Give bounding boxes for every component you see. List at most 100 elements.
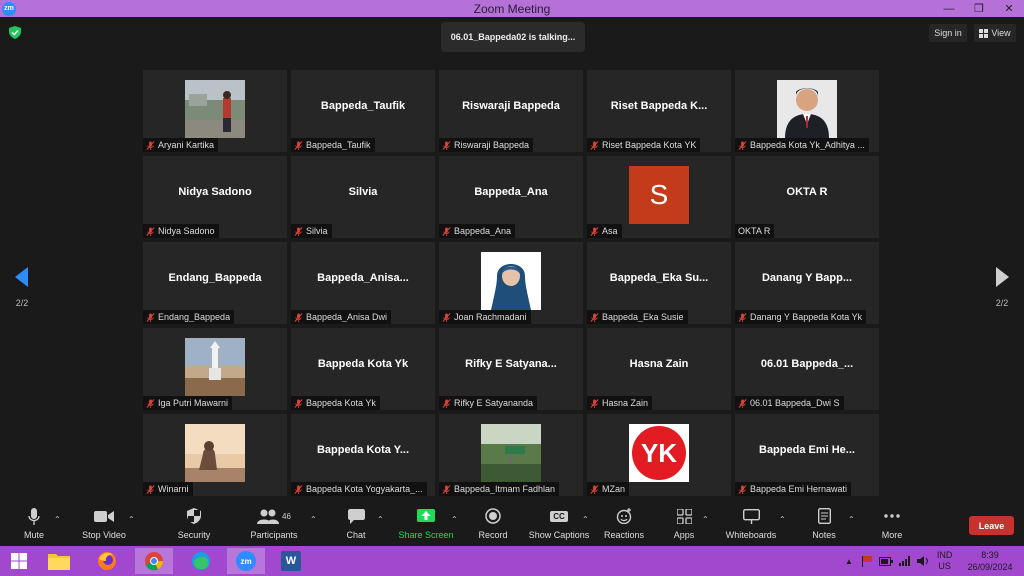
participant-label: Winarni [143, 482, 193, 496]
participant-tile[interactable]: Iga Putri Mawarni [143, 328, 287, 410]
previous-page-button[interactable]: 2/2 [12, 267, 32, 308]
participant-label: Bappeda_Anisa Dwi [291, 310, 392, 324]
participants-count: 46 [282, 511, 291, 521]
participant-tile[interactable]: S Asa [587, 156, 731, 238]
mute-button[interactable]: Mute [0, 504, 68, 546]
flag-icon[interactable] [861, 555, 873, 567]
participant-label: Rifky E Satyananda [439, 396, 538, 410]
participant-name: Joan Rachmadani [454, 312, 527, 322]
taskbar-clock[interactable]: 8:39 26/09/2024 [962, 549, 1018, 573]
participant-display-name: OKTA R [786, 186, 828, 198]
more-button[interactable]: More [858, 504, 926, 546]
chat-label: Chat [346, 530, 366, 540]
share-options-caret[interactable]: ⌃ [451, 515, 458, 524]
notes-options-caret[interactable]: ⌃ [848, 515, 855, 524]
participant-tile[interactable]: Silvia Silvia [291, 156, 435, 238]
participant-display-name: Bappeda_Eka Su... [609, 272, 709, 284]
whiteboards-options-caret[interactable]: ⌃ [779, 515, 786, 524]
participant-tile[interactable]: Danang Y Bapp... Danang Y Bappeda Kota Y… [735, 242, 879, 324]
participant-tile[interactable]: Winarni [143, 414, 287, 496]
chat-button[interactable]: Chat [322, 504, 390, 546]
encryption-shield-icon[interactable] [9, 26, 21, 39]
participant-label: MZan [587, 482, 630, 496]
video-options-caret[interactable]: ⌃ [128, 515, 135, 524]
input-language[interactable]: IND US [937, 550, 953, 572]
chat-options-caret[interactable]: ⌃ [377, 515, 384, 524]
participant-tile[interactable]: Nidya Sadono Nidya Sadono [143, 156, 287, 238]
taskbar-zoom[interactable]: zm [227, 548, 265, 574]
participant-tile[interactable]: Bappeda_Taufik Bappeda_Taufik [291, 70, 435, 152]
reactions-button[interactable]: Reactions [590, 504, 658, 546]
muted-mic-icon [590, 312, 599, 322]
participant-tile[interactable]: 06.01 Bappeda_... 06.01 Bappeda_Dwi S [735, 328, 879, 410]
close-icon[interactable]: ✕ [994, 0, 1024, 17]
participant-tile[interactable]: Bappeda_Ana Bappeda_Ana [439, 156, 583, 238]
record-button[interactable]: Record [459, 504, 527, 546]
participant-photo [481, 424, 541, 482]
participant-tile[interactable]: Bappeda Kota Yk_Adhitya ... [735, 70, 879, 152]
minimize-icon[interactable]: — [934, 0, 964, 17]
share-screen-label: Share Screen [398, 530, 454, 540]
participants-icon [257, 509, 280, 524]
participant-tile[interactable]: Bappeda_Eka Su... Bappeda_Eka Susie [587, 242, 731, 324]
participant-tile[interactable]: YK MZan [587, 414, 731, 496]
participant-tile[interactable]: Bappeda_Anisa... Bappeda_Anisa Dwi [291, 242, 435, 324]
participant-tile[interactable]: Endang_Bappeda Endang_Bappeda [143, 242, 287, 324]
participant-tile[interactable]: Bappeda_Itmam Fadhlan [439, 414, 583, 496]
audio-options-caret[interactable]: ⌃ [54, 515, 61, 524]
taskbar-chrome[interactable] [135, 548, 173, 574]
restore-icon[interactable]: ❐ [964, 0, 994, 17]
share-screen-icon [417, 508, 435, 522]
taskbar-edge[interactable] [182, 548, 220, 574]
next-page-button[interactable]: 2/2 [992, 267, 1012, 308]
participant-photo [481, 252, 541, 310]
start-button[interactable] [0, 548, 38, 574]
participants-button[interactable]: 46 Participants [240, 504, 308, 546]
network-icon[interactable] [898, 556, 911, 566]
apps-options-caret[interactable]: ⌃ [702, 515, 709, 524]
tray-overflow-icon[interactable]: ▲ [845, 557, 853, 566]
participant-tile[interactable]: Bappeda Emi He... Bappeda Emi Hernawati [735, 414, 879, 496]
clock-time: 8:39 [981, 550, 999, 560]
participant-tile[interactable]: Aryani Kartika [143, 70, 287, 152]
meeting-toolbar: Mute ⌃ Stop Video ⌃ Security 46 Particip… [0, 504, 1024, 546]
reactions-label: Reactions [603, 530, 645, 540]
participant-tile[interactable]: OKTA R OKTA R [735, 156, 879, 238]
apps-button[interactable]: Apps [650, 504, 718, 546]
smiley-icon [616, 508, 632, 524]
security-button[interactable]: Security [160, 504, 228, 546]
participant-grid: Aryani Kartika Bappeda_Taufik Bappeda_Ta… [143, 70, 879, 496]
window-titlebar: zm Zoom Meeting — ❐ ✕ [0, 0, 1024, 17]
whiteboard-icon [742, 508, 760, 524]
taskbar-file-explorer[interactable] [40, 548, 78, 574]
taskbar-word[interactable]: W [272, 548, 310, 574]
sign-in-button[interactable]: Sign in [929, 24, 967, 42]
participant-name: OKTA R [738, 226, 771, 236]
share-screen-button[interactable]: Share Screen [392, 504, 460, 546]
participant-tile[interactable]: Bappeda Kota Yk Bappeda Kota Yk [291, 328, 435, 410]
participant-display-name: Bappeda Kota Yk [317, 358, 409, 370]
captions-options-caret[interactable]: ⌃ [582, 515, 589, 524]
participant-tile[interactable]: Joan Rachmadani [439, 242, 583, 324]
stop-video-button[interactable]: Stop Video [70, 504, 138, 546]
participant-tile[interactable]: Rifky E Satyana... Rifky E Satyananda [439, 328, 583, 410]
folder-icon [48, 554, 70, 570]
view-button[interactable]: View [974, 24, 1016, 42]
participant-display-name: Nidya Sadono [178, 186, 252, 198]
battery-icon[interactable] [878, 556, 893, 566]
participant-tile[interactable]: Bappeda Kota Y... Bappeda Kota Yogyakart… [291, 414, 435, 496]
taskbar-firefox[interactable] [88, 548, 126, 574]
participant-tile[interactable]: Hasna Zain Hasna Zain [587, 328, 731, 410]
participant-label: Iga Putri Mawarni [143, 396, 233, 410]
whiteboards-button[interactable]: Whiteboards [717, 504, 785, 546]
volume-icon[interactable] [916, 556, 929, 566]
participant-display-name: Bappeda_Taufik [320, 100, 406, 112]
notes-button[interactable]: Notes [790, 504, 858, 546]
participant-display-name: Bappeda_Ana [474, 186, 548, 198]
participant-name: Bappeda_Anisa Dwi [306, 312, 388, 322]
participant-tile[interactable]: Riswaraji Bappeda Riswaraji Bappeda [439, 70, 583, 152]
leave-button[interactable]: Leave [969, 516, 1014, 535]
participant-tile[interactable]: Riset Bappeda K... Riset Bappeda Kota YK [587, 70, 731, 152]
show-captions-button[interactable]: CC Show Captions [525, 504, 593, 546]
participants-options-caret[interactable]: ⌃ [310, 515, 317, 524]
